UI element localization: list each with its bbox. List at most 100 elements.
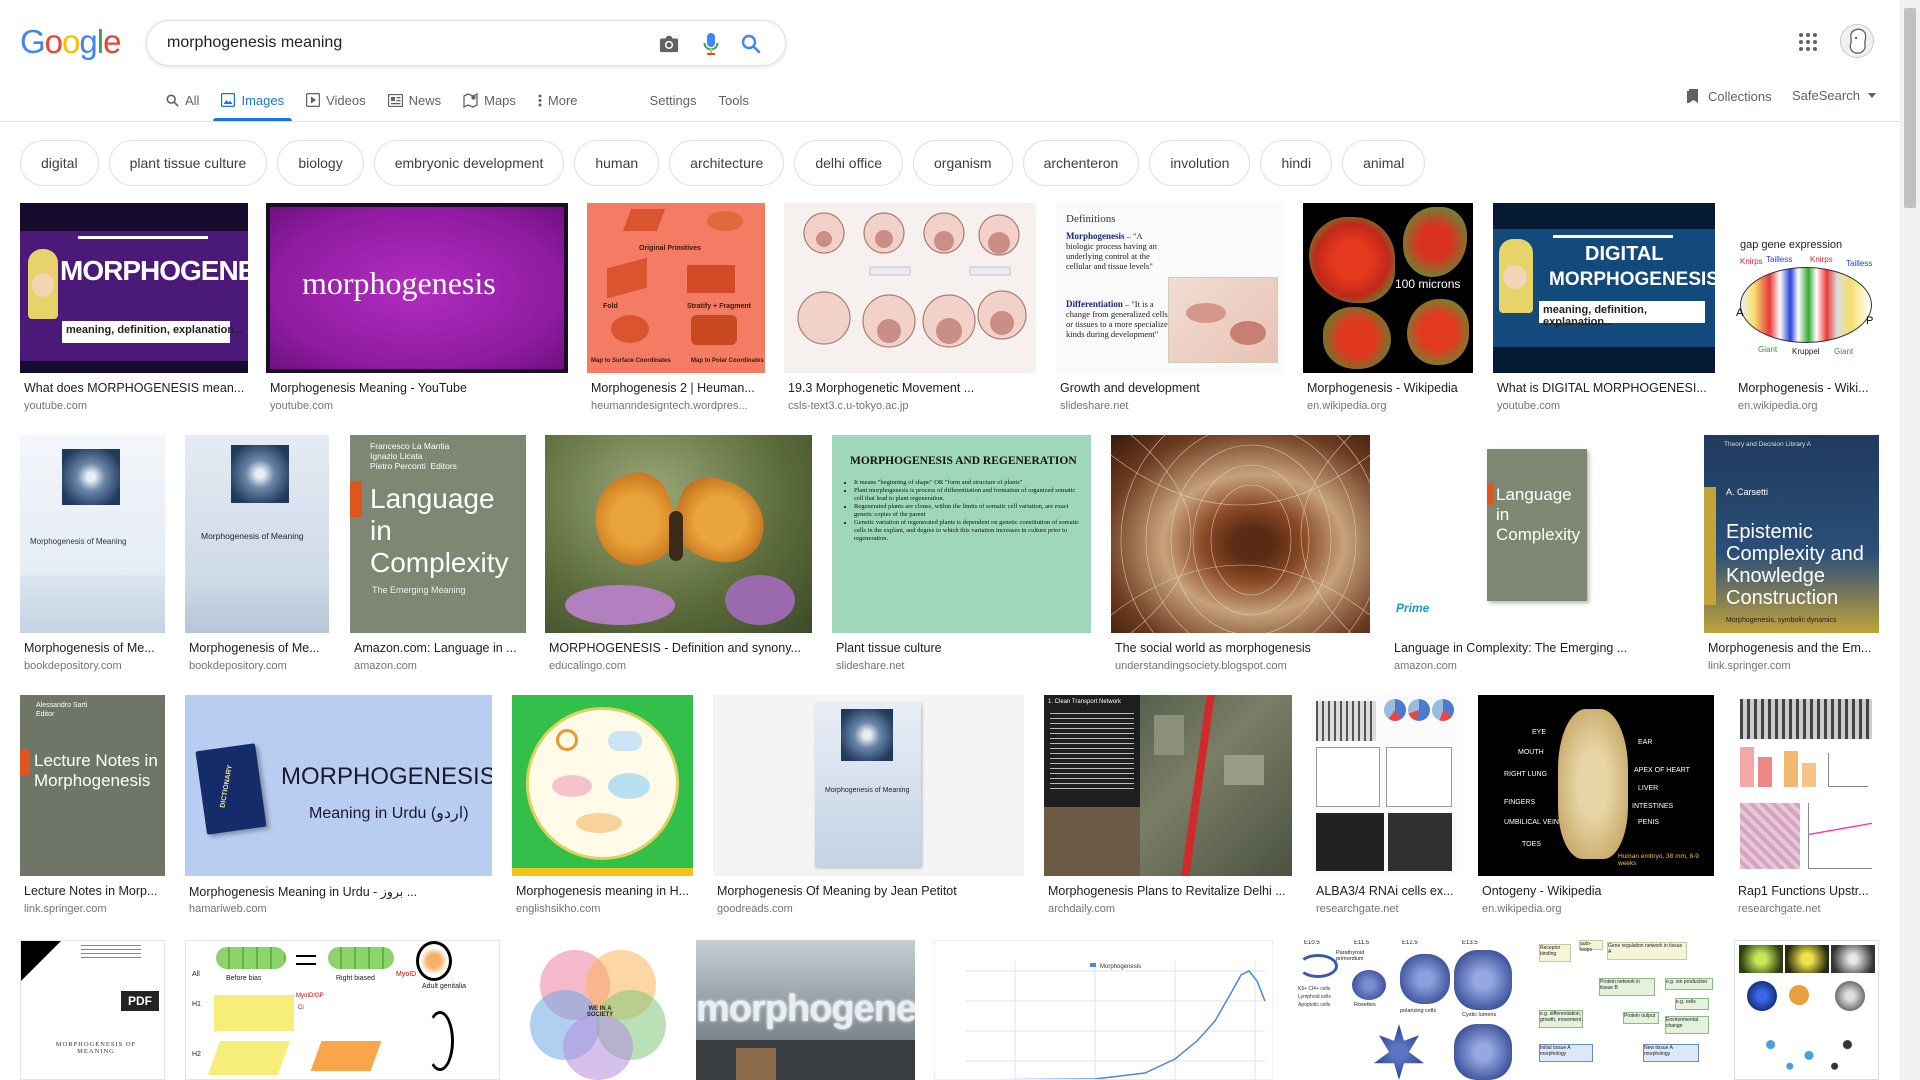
- result-title[interactable]: Rap1 Functions Upstr...: [1738, 884, 1879, 898]
- result-title[interactable]: Ontogeny - Wikipedia: [1482, 884, 1714, 898]
- image-result[interactable]: [1734, 940, 1879, 1080]
- scrollbar-thumb[interactable]: [1904, 8, 1916, 208]
- result-thumbnail[interactable]: 100 microns: [1303, 203, 1473, 373]
- result-thumbnail[interactable]: MORPHOGENESIS AND REGENERATION It means …: [832, 435, 1091, 633]
- result-thumbnail[interactable]: Morphogenesis of Meaning: [185, 435, 329, 633]
- result-title[interactable]: Lecture Notes in Morp...: [24, 884, 165, 898]
- result-thumbnail[interactable]: Morphogenesis: [934, 940, 1273, 1080]
- chip-delhi-office[interactable]: delhi office: [794, 140, 903, 186]
- result-title[interactable]: Morphogenesis of Me...: [189, 641, 329, 655]
- result-thumbnail[interactable]: [1734, 695, 1879, 876]
- result-thumbnail[interactable]: Theory and Decision Library A A. Carsett…: [1704, 435, 1879, 633]
- result-thumbnail[interactable]: E10.5 E11.5 E12.5 E13.5 Parathyroid prim…: [1294, 940, 1515, 1080]
- result-title[interactable]: Plant tissue culture: [836, 641, 1091, 655]
- image-result[interactable]: Definitions Morphogenesis – "A biologic …: [1056, 203, 1284, 423]
- result-source[interactable]: en.wikipedia.org: [1738, 400, 1878, 412]
- result-title[interactable]: Morphogenesis - Wiki...: [1738, 381, 1878, 395]
- image-result[interactable]: MORPHOGENESIS - Definition and synony...…: [545, 435, 812, 675]
- tab-news[interactable]: News: [387, 82, 441, 118]
- image-result[interactable]: MORPHOGENESIS AND REGENERATION It means …: [832, 435, 1091, 675]
- result-title[interactable]: Morphogenesis meaning in H...: [516, 884, 693, 898]
- result-source[interactable]: bookdepository.com: [24, 660, 165, 672]
- result-source[interactable]: link.springer.com: [24, 903, 165, 915]
- result-title[interactable]: Language in Complexity: The Emerging ...: [1394, 641, 1684, 655]
- result-title[interactable]: Growth and development: [1060, 381, 1284, 395]
- result-source[interactable]: en.wikipedia.org: [1307, 400, 1473, 412]
- result-thumbnail[interactable]: [784, 203, 1036, 373]
- result-thumbnail[interactable]: Alessandro Sarti Editor Lecture Notes in…: [20, 695, 165, 876]
- image-result[interactable]: WE IN A SOCIETY: [520, 940, 677, 1080]
- result-thumbnail[interactable]: Original Primitives Fold Stratify + Frag…: [587, 203, 765, 373]
- tab-all[interactable]: All: [166, 82, 199, 118]
- chip-human[interactable]: human: [574, 140, 660, 186]
- result-source[interactable]: en.wikipedia.org: [1482, 903, 1714, 915]
- result-title[interactable]: Morphogenesis and the Em...: [1708, 641, 1879, 655]
- result-thumbnail[interactable]: [545, 435, 812, 633]
- result-title[interactable]: Morphogenesis Plans to Revitalize Delhi …: [1048, 884, 1292, 898]
- image-result[interactable]: 100 microns Morphogenesis - Wikipedia en…: [1303, 203, 1473, 423]
- result-source[interactable]: amazon.com: [354, 660, 526, 672]
- image-result[interactable]: Language in Complexity Prime Language in…: [1390, 435, 1684, 675]
- image-result[interactable]: Morphogenesis of Meaning Morphogenesis O…: [713, 695, 1024, 925]
- result-thumbnail[interactable]: morphogenesis: [266, 203, 568, 373]
- result-title[interactable]: ALBA3/4 RNAi cells ex...: [1316, 884, 1457, 898]
- result-thumbnail[interactable]: Francesco La Mantia Ignazio Licata Pietr…: [350, 435, 526, 633]
- result-source[interactable]: heumanndesigntech.wordpres...: [591, 400, 765, 412]
- chip-plant-tissue-culture[interactable]: plant tissue culture: [108, 140, 268, 186]
- tab-videos[interactable]: Videos: [306, 82, 366, 118]
- result-source[interactable]: link.springer.com: [1708, 660, 1879, 672]
- result-source[interactable]: slideshare.net: [836, 660, 1091, 672]
- chip-archenteron[interactable]: archenteron: [1022, 140, 1140, 186]
- image-result[interactable]: 1. Clean Transport Network Morphogenesis…: [1044, 695, 1292, 925]
- google-logo[interactable]: Google: [20, 22, 121, 62]
- result-title[interactable]: Amazon.com: Language in ...: [354, 641, 526, 655]
- result-title[interactable]: What is DIGITAL MORPHOGENESI...: [1497, 381, 1715, 395]
- microphone-icon[interactable]: [699, 32, 723, 56]
- result-title[interactable]: The social world as morphogenesis: [1115, 641, 1370, 655]
- result-source[interactable]: youtube.com: [270, 400, 568, 412]
- result-title[interactable]: 19.3 Morphogenetic Movement ...: [788, 381, 1036, 395]
- tab-images[interactable]: Images: [213, 82, 292, 121]
- tab-settings[interactable]: Settings: [650, 82, 697, 118]
- result-source[interactable]: researchgate.net: [1316, 903, 1457, 915]
- image-result[interactable]: MORPHOGENESIS meaning, definition, expla…: [20, 203, 248, 423]
- result-title[interactable]: Morphogenesis of Me...: [24, 641, 165, 655]
- image-result[interactable]: DICTIONARY MORPHOGENESIS Meaning in Urdu…: [185, 695, 492, 925]
- image-result[interactable]: morphogenesis Morphogenesis Meaning - Yo…: [266, 203, 568, 423]
- result-thumbnail[interactable]: EYE MOUTH EAR RIGHT LUNG APEX OF HEART L…: [1478, 695, 1714, 876]
- chip-organism[interactable]: organism: [913, 140, 1013, 186]
- image-result[interactable]: Theory and Decision Library A A. Carsett…: [1704, 435, 1879, 675]
- avatar[interactable]: [1840, 24, 1874, 58]
- image-result[interactable]: E10.5 E11.5 E12.5 E13.5 Parathyroid prim…: [1294, 940, 1515, 1080]
- result-thumbnail[interactable]: 1. Clean Transport Network: [1044, 695, 1292, 876]
- image-result[interactable]: 19.3 Morphogenetic Movement ... csls-tex…: [784, 203, 1036, 423]
- result-source[interactable]: bookdepository.com: [189, 660, 329, 672]
- tab-more[interactable]: More: [538, 82, 578, 118]
- result-source[interactable]: csls-text3.c.u-tokyo.ac.jp: [788, 400, 1036, 412]
- apps-grid-icon[interactable]: [1796, 30, 1820, 54]
- image-result[interactable]: Morphogenesis of Meaning Morphogenesis o…: [185, 435, 329, 675]
- result-source[interactable]: youtube.com: [24, 400, 248, 412]
- result-source[interactable]: understandingsociety.blogspot.com: [1115, 660, 1370, 672]
- image-result[interactable]: Alessandro Sarti Editor Lecture Notes in…: [20, 695, 165, 925]
- result-thumbnail[interactable]: Receptor binding auto-loops Gene regulat…: [1535, 940, 1715, 1080]
- image-result[interactable]: The social world as morphogenesis unders…: [1111, 435, 1370, 675]
- result-title[interactable]: Morphogenesis Of Meaning by Jean Petitot: [717, 884, 1024, 898]
- image-result[interactable]: Receptor binding auto-loops Gene regulat…: [1535, 940, 1715, 1080]
- search-input[interactable]: [167, 21, 637, 65]
- image-result[interactable]: Morphogenesis of Meaning Morphogenesis o…: [20, 435, 165, 675]
- result-thumbnail[interactable]: Morphogenesis of Meaning: [713, 695, 1024, 876]
- camera-icon[interactable]: [657, 32, 681, 56]
- result-thumbnail[interactable]: Definitions Morphogenesis – "A biologic …: [1056, 203, 1284, 373]
- tab-maps[interactable]: Maps: [463, 82, 516, 118]
- image-result[interactable]: Morphogenesis: [934, 940, 1273, 1080]
- result-source[interactable]: goodreads.com: [717, 903, 1024, 915]
- result-source[interactable]: englishsikho.com: [516, 903, 693, 915]
- result-thumbnail[interactable]: Morphogenesis of Meaning: [20, 435, 165, 633]
- result-thumbnail[interactable]: [1312, 695, 1457, 876]
- image-result[interactable]: PDF MORPHOGENESIS OF MEANING: [20, 940, 165, 1080]
- chip-architecture[interactable]: architecture: [669, 140, 785, 186]
- image-result[interactable]: gap gene expression Knirps Tailless Knir…: [1734, 203, 1878, 423]
- result-title[interactable]: Morphogenesis Meaning in Urdu - بروز ...: [189, 884, 492, 899]
- collections-button[interactable]: Collections: [1686, 88, 1772, 104]
